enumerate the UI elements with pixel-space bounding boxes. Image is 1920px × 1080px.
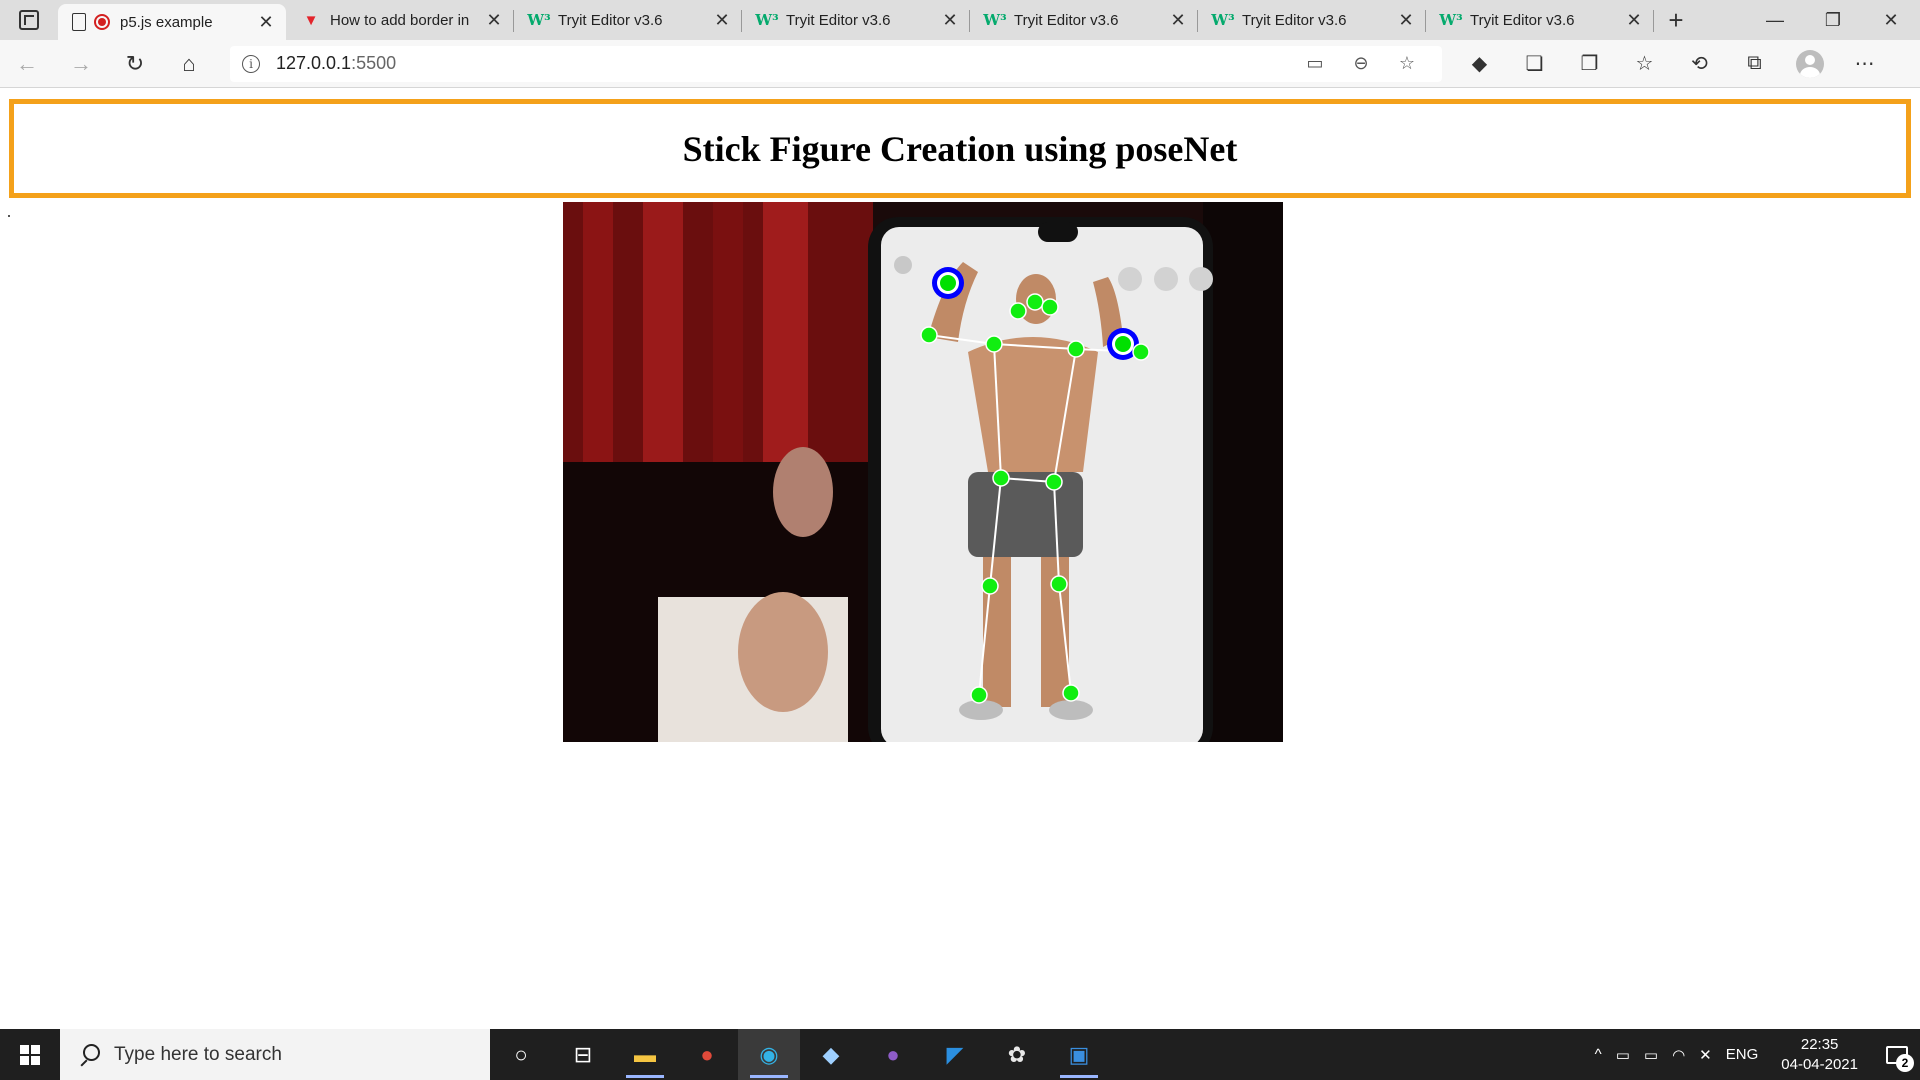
forward-button[interactable]: → — [54, 44, 108, 84]
minimize-button[interactable]: — — [1746, 0, 1804, 40]
tab-tryit-4[interactable]: W³ Tryit Editor v3.6 ✕ — [1198, 0, 1426, 40]
taskbar-search[interactable]: Type here to search — [60, 1029, 490, 1080]
w3schools-icon: W³ — [1211, 11, 1235, 29]
tab-actions-icon — [19, 10, 39, 30]
collections-icon[interactable]: ⧉ — [1727, 44, 1782, 84]
stray-dot — [8, 215, 10, 217]
tab-tryit-3[interactable]: W³ Tryit Editor v3.6 ✕ — [970, 0, 1198, 40]
volume-muted-icon[interactable]: ✕ — [1692, 1046, 1719, 1064]
extension-2-icon[interactable]: ❐ — [1562, 44, 1617, 84]
close-tab-icon[interactable]: ✕ — [1168, 10, 1188, 31]
w3schools-icon: W³ — [527, 11, 551, 29]
page-content: Stick Figure Creation using poseNet — [0, 89, 1920, 1029]
chrome-icon[interactable]: ● — [676, 1029, 738, 1080]
home-button[interactable]: ⌂ — [162, 44, 216, 84]
close-window-button[interactable]: ✕ — [1862, 0, 1920, 40]
photos-icon[interactable]: ▣ — [1048, 1029, 1110, 1080]
w3schools-icon: W³ — [755, 11, 779, 29]
notification-badge: 2 — [1896, 1054, 1914, 1072]
close-tab-icon[interactable]: ✕ — [484, 10, 504, 31]
tab-tryit-5[interactable]: W³ Tryit Editor v3.6 ✕ — [1426, 0, 1654, 40]
restore-button[interactable]: ❐ — [1804, 0, 1862, 40]
tab-title: Tryit Editor v3.6 — [558, 11, 663, 29]
pose-skeleton — [920, 267, 1150, 704]
add-favorite-icon[interactable]: ☆ — [1384, 53, 1430, 74]
page-icon — [72, 13, 86, 31]
history-icon[interactable]: ⟲ — [1672, 44, 1727, 84]
tab-title: Tryit Editor v3.6 — [1470, 11, 1575, 29]
close-tab-icon[interactable]: ✕ — [940, 10, 960, 31]
url-text: 127.0.0.1:5500 — [276, 53, 1292, 74]
vscode-icon[interactable]: ◤ — [924, 1029, 986, 1080]
tab-how-to-add-border[interactable]: ▼ How to add border in ✕ — [286, 0, 514, 40]
tab-title: How to add border in — [330, 11, 470, 29]
w3schools-icon: W³ — [983, 11, 1007, 29]
favorites-icon[interactable]: ☆ — [1617, 44, 1672, 84]
paint-icon[interactable]: ✿ — [986, 1029, 1048, 1080]
search-placeholder: Type here to search — [114, 1043, 282, 1065]
close-tab-icon[interactable]: ✕ — [256, 12, 276, 33]
w3schools-icon: W³ — [1439, 11, 1463, 29]
vivaldi-icon: ▼ — [303, 11, 319, 29]
notification-center-button[interactable]: 2 — [1874, 1029, 1920, 1080]
zoom-icon[interactable]: ⊖ — [1338, 53, 1384, 74]
tab-p5js-example[interactable]: p5.js example ✕ — [58, 4, 286, 40]
file-explorer-icon[interactable]: ▬ — [614, 1029, 676, 1080]
tab-title: Tryit Editor v3.6 — [1014, 11, 1119, 29]
avatar — [1795, 49, 1824, 78]
edge-icon[interactable]: ◉ — [738, 1029, 800, 1080]
url-host: 127.0.0.1 — [276, 53, 352, 73]
close-tab-icon[interactable]: ✕ — [1396, 10, 1416, 31]
cortana-icon[interactable]: ○ — [490, 1029, 552, 1080]
windows-logo-icon — [20, 1044, 40, 1065]
start-button[interactable] — [0, 1029, 60, 1080]
language-indicator[interactable]: ENG — [1719, 1046, 1766, 1063]
site-info-icon[interactable]: i — [242, 54, 260, 73]
close-tab-icon[interactable]: ✕ — [1624, 10, 1644, 31]
recording-icon — [94, 14, 110, 30]
new-tab-button[interactable]: + — [1654, 0, 1698, 40]
tab-strip: p5.js example ✕ ▼ How to add border in ✕… — [0, 0, 1920, 40]
clock-time: 22:35 — [1800, 1035, 1839, 1053]
address-bar[interactable]: i 127.0.0.1:5500 ▭ ⊖ ☆ — [230, 45, 1442, 82]
taskbar: Type here to search ○ ⊟ ▬ ● ◉ ◆ ● ◤ ✿ ▣ … — [0, 1029, 1920, 1080]
page-title: Stick Figure Creation using poseNet — [682, 128, 1238, 169]
url-port: :5500 — [351, 53, 397, 73]
meet-now-icon[interactable]: ▭ — [1609, 1046, 1637, 1064]
back-button[interactable]: ← — [0, 44, 54, 84]
tab-title: p5.js example — [120, 13, 213, 31]
notepad-icon[interactable]: ◆ — [800, 1029, 862, 1080]
extension-icon[interactable]: ◆ — [1452, 44, 1507, 84]
tab-title: Tryit Editor v3.6 — [786, 11, 891, 29]
task-view-icon[interactable]: ⊟ — [552, 1029, 614, 1080]
camera-icon[interactable]: ▭ — [1292, 53, 1338, 74]
posenet-canvas — [563, 202, 1283, 742]
wifi-icon[interactable]: ◠ — [1665, 1046, 1692, 1064]
heading-box: Stick Figure Creation using poseNet — [9, 99, 1911, 198]
clock-date: 04-04-2021 — [1781, 1055, 1858, 1073]
profile-button[interactable] — [1782, 44, 1837, 84]
tab-tryit-1[interactable]: W³ Tryit Editor v3.6 ✕ — [514, 0, 742, 40]
collections-copy-icon[interactable]: ❏ — [1507, 44, 1562, 84]
browser-toolbar: ← → ↻ ⌂ i 127.0.0.1:5500 ▭ ⊖ ☆ ◆ ❏ ❐ ☆ ⟲… — [0, 40, 1920, 88]
tab-title: Tryit Editor v3.6 — [1242, 11, 1347, 29]
search-icon — [78, 1043, 100, 1066]
refresh-button[interactable]: ↻ — [108, 44, 162, 84]
github-desktop-icon[interactable]: ● — [862, 1029, 924, 1080]
show-hidden-icons-icon[interactable]: ^ — [1588, 1046, 1609, 1063]
battery-icon[interactable]: ▭ — [1637, 1046, 1665, 1064]
close-tab-icon[interactable]: ✕ — [712, 10, 732, 31]
clock[interactable]: 22:35 04-04-2021 — [1765, 1035, 1874, 1075]
tab-tryit-2[interactable]: W³ Tryit Editor v3.6 ✕ — [742, 0, 970, 40]
more-menu-icon[interactable]: ⋯ — [1837, 44, 1892, 84]
tab-actions-button[interactable] — [0, 0, 58, 40]
